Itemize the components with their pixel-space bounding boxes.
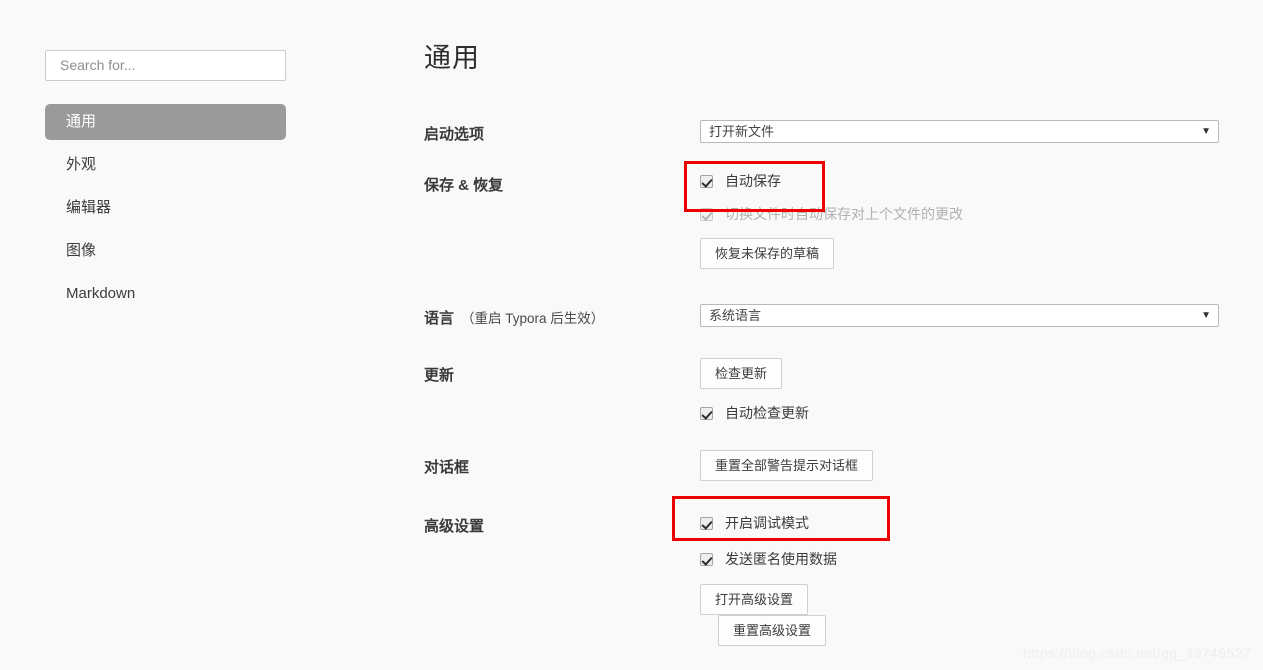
sidebar-item-label: 图像 [66, 242, 97, 259]
row-label-language: 语言 （重启 Typora 后生效） [424, 307, 604, 328]
checkbox-icon [700, 207, 713, 221]
debug-mode-label: 开启调试模式 [725, 515, 809, 531]
switch-file-autosave-label: 切换文件时自动保存对上个文件的更改 [725, 206, 963, 222]
language-restart-note: （重启 Typora 后生效） [461, 311, 605, 326]
auto-check-update-checkbox-row[interactable]: 自动检查更新 [700, 403, 809, 423]
sidebar-item-label: 通用 [66, 113, 97, 130]
row-label-dialog: 对话框 [424, 459, 470, 476]
sidebar: 通用 外观 编辑器 图像 Markdown [45, 50, 286, 319]
sidebar-item-image[interactable]: 图像 [45, 233, 286, 269]
telemetry-label: 发送匿名使用数据 [725, 551, 837, 567]
checkbox-icon[interactable] [700, 406, 713, 420]
auto-save-checkbox-row[interactable]: 自动保存 [700, 171, 963, 191]
sidebar-item-appearance[interactable]: 外观 [45, 147, 286, 183]
row-label-update: 更新 [424, 367, 455, 384]
sidebar-nav-list: 通用 外观 编辑器 图像 Markdown [45, 104, 286, 312]
sidebar-item-editor[interactable]: 编辑器 [45, 190, 286, 226]
auto-save-label: 自动保存 [725, 173, 781, 189]
reset-advanced-settings-button[interactable]: 重置高级设置 [718, 615, 827, 646]
checkbox-icon[interactable] [700, 174, 713, 188]
recover-unsaved-drafts-button[interactable]: 恢复未保存的草稿 [700, 238, 835, 269]
language-select[interactable]: 系统语言 ▼ [700, 304, 1219, 327]
search-input[interactable] [45, 50, 286, 81]
chevron-down-icon: ▼ [1201, 126, 1211, 137]
open-advanced-settings-button[interactable]: 打开高级设置 [700, 584, 809, 615]
language-label-text: 语言 [424, 310, 455, 327]
sidebar-item-label: Markdown [66, 285, 136, 302]
sidebar-item-label: 外观 [66, 156, 97, 173]
checkbox-icon[interactable] [700, 516, 713, 530]
telemetry-checkbox-row[interactable]: 发送匿名使用数据 [700, 549, 837, 569]
language-select-value: 系统语言 [709, 308, 762, 323]
row-label-advanced: 高级设置 [424, 518, 485, 535]
debug-mode-checkbox-row[interactable]: 开启调试模式 [700, 513, 837, 533]
check-update-button[interactable]: 检查更新 [700, 358, 783, 389]
checkbox-icon[interactable] [700, 552, 713, 566]
row-label-startup: 启动选项 [424, 126, 485, 143]
sidebar-item-general[interactable]: 通用 [45, 104, 286, 140]
switch-file-autosave-checkbox-row: 切换文件时自动保存对上个文件的更改 [700, 204, 963, 224]
startup-option-select[interactable]: 打开新文件 ▼ [700, 120, 1219, 143]
watermark: https://blog.csdn.net/qq_39749527 [1022, 645, 1251, 661]
startup-option-value: 打开新文件 [709, 124, 775, 139]
auto-check-update-label: 自动检查更新 [725, 405, 809, 421]
sidebar-item-markdown[interactable]: Markdown [45, 276, 286, 312]
row-label-save-restore: 保存 & 恢复 [424, 177, 504, 194]
reset-all-warning-dialogs-button[interactable]: 重置全部警告提示对话框 [700, 450, 874, 481]
chevron-down-icon: ▼ [1201, 310, 1211, 321]
settings-panel: 通用 启动选项 打开新文件 ▼ 保存 & 恢复 自动保存 切换文件时自动保存对上… [424, 42, 1224, 646]
sidebar-item-label: 编辑器 [66, 199, 112, 216]
page-title: 通用 [424, 43, 480, 73]
